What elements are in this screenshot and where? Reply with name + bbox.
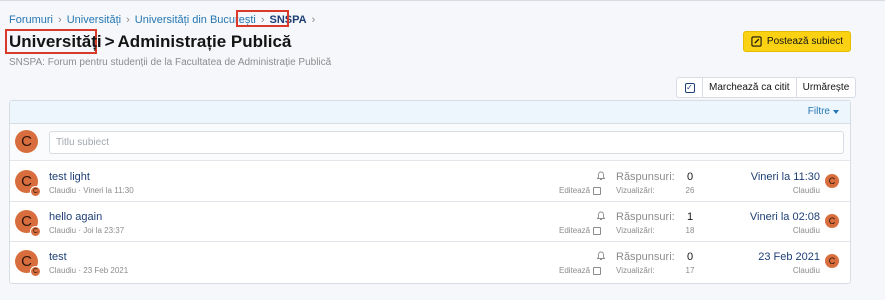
views-count: 26 (685, 186, 695, 195)
avatar-small: C (30, 186, 41, 197)
caret-down-icon (833, 109, 839, 114)
last-post-date[interactable]: Vineri la 11:30 (751, 171, 820, 183)
thread-actions: ✓ Marchează ca citit Urmărește (676, 77, 857, 98)
replies-count: 1 (686, 211, 694, 223)
avatar[interactable]: C (15, 130, 38, 153)
edit-checkbox[interactable]: Editează (559, 186, 602, 195)
thread-author[interactable]: Claudiu (49, 186, 76, 195)
page-title-text: Administrație Publică (117, 32, 292, 51)
edit-label: Editează (559, 186, 591, 195)
thread-row: C C test light Claudiu · Vineri la 11:30… (10, 162, 850, 202)
thread-title[interactable]: hello again (49, 211, 102, 223)
filter-bar: Filtre (10, 101, 850, 124)
thread-date[interactable]: Vineri la 11:30 (83, 186, 133, 195)
mark-read-button[interactable]: Marchează ca citit (703, 78, 797, 97)
thread-meta: Claudiu · 23 Feb 2021 (49, 266, 128, 275)
bell-icon[interactable] (596, 171, 606, 181)
edit-label: Editează (559, 266, 591, 275)
watch-button[interactable]: Urmărește (797, 78, 856, 97)
breadcrumb-item-universitati[interactable]: Universități (67, 14, 121, 26)
page-title-separator: > (104, 32, 115, 51)
filters-dropdown[interactable]: Filtre (808, 106, 839, 117)
thread-row: C C test Claudiu · 23 Feb 2021 Editează … (10, 242, 850, 282)
replies-label: Răspunsuri: (616, 171, 675, 183)
replies-count: 0 (686, 171, 694, 183)
edit-checkbox[interactable]: Editează (559, 266, 602, 275)
post-thread-label: Postează subiect (766, 36, 844, 47)
last-post-user[interactable]: Claudiu (793, 186, 820, 195)
avatar-small: C (30, 226, 41, 237)
views-count: 18 (685, 226, 695, 235)
post-thread-button[interactable]: Postează subiect (743, 31, 851, 52)
last-post-user[interactable]: Claudiu (793, 226, 820, 235)
thread-author[interactable]: Claudiu (49, 226, 76, 235)
views-count: 17 (685, 266, 695, 275)
highlight-box-breadcrumb (236, 10, 289, 27)
breadcrumb-item-forumuri[interactable]: Forumuri (9, 14, 53, 26)
page-description: SNSPA: Forum pentru studenții de la Facu… (9, 57, 332, 68)
edit-checkbox[interactable]: Editează (559, 226, 602, 235)
edit-icon (751, 36, 762, 47)
checkbox[interactable] (593, 186, 602, 195)
views-label: Vizualizări: (616, 186, 655, 195)
thread-meta: Claudiu · Joi la 23:37 (49, 226, 124, 235)
checkbox-icon: ✓ (684, 82, 695, 93)
thread-title-input[interactable] (49, 131, 844, 154)
checkbox[interactable] (593, 226, 602, 235)
mark-selected-button[interactable]: ✓ (677, 78, 703, 97)
last-post-date[interactable]: 23 Feb 2021 (758, 251, 820, 263)
views-label: Vizualizări: (616, 266, 655, 275)
avatar[interactable]: C (825, 214, 839, 228)
thread-meta: Claudiu · Vineri la 11:30 (49, 186, 134, 195)
thread-row: C C hello again Claudiu · Joi la 23:37 E… (10, 202, 850, 242)
thread-date[interactable]: Joi la 23:37 (83, 226, 124, 235)
chevron-right-icon: › (311, 14, 316, 26)
thread-title[interactable]: test (49, 251, 67, 263)
edit-label: Editează (559, 226, 591, 235)
top-divider (0, 0, 885, 4)
replies-count: 0 (686, 251, 694, 263)
thread-list: Filtre C C C test light Claudiu · Vineri… (9, 100, 851, 284)
avatar[interactable]: C (825, 174, 839, 188)
chevron-right-icon: › (126, 14, 130, 26)
last-post-date[interactable]: Vineri la 02:08 (750, 211, 820, 223)
page-title: Universități > Administrație Publică (9, 32, 291, 52)
replies-label: Răspunsuri: (616, 251, 675, 263)
page-title-parent: Universități (9, 32, 102, 51)
last-post-user[interactable]: Claudiu (793, 266, 820, 275)
avatar[interactable]: C (825, 254, 839, 268)
thread-date[interactable]: 23 Feb 2021 (83, 266, 128, 275)
avatar-small: C (30, 266, 41, 277)
thread-author[interactable]: Claudiu (49, 266, 76, 275)
checkbox[interactable] (593, 266, 602, 275)
quick-thread-row: C (10, 124, 850, 161)
bell-icon[interactable] (596, 251, 606, 261)
replies-label: Răspunsuri: (616, 211, 675, 223)
views-label: Vizualizări: (616, 226, 655, 235)
filters-label: Filtre (807, 106, 830, 117)
chevron-right-icon: › (58, 14, 62, 26)
thread-title[interactable]: test light (49, 171, 90, 183)
bell-icon[interactable] (596, 211, 606, 221)
